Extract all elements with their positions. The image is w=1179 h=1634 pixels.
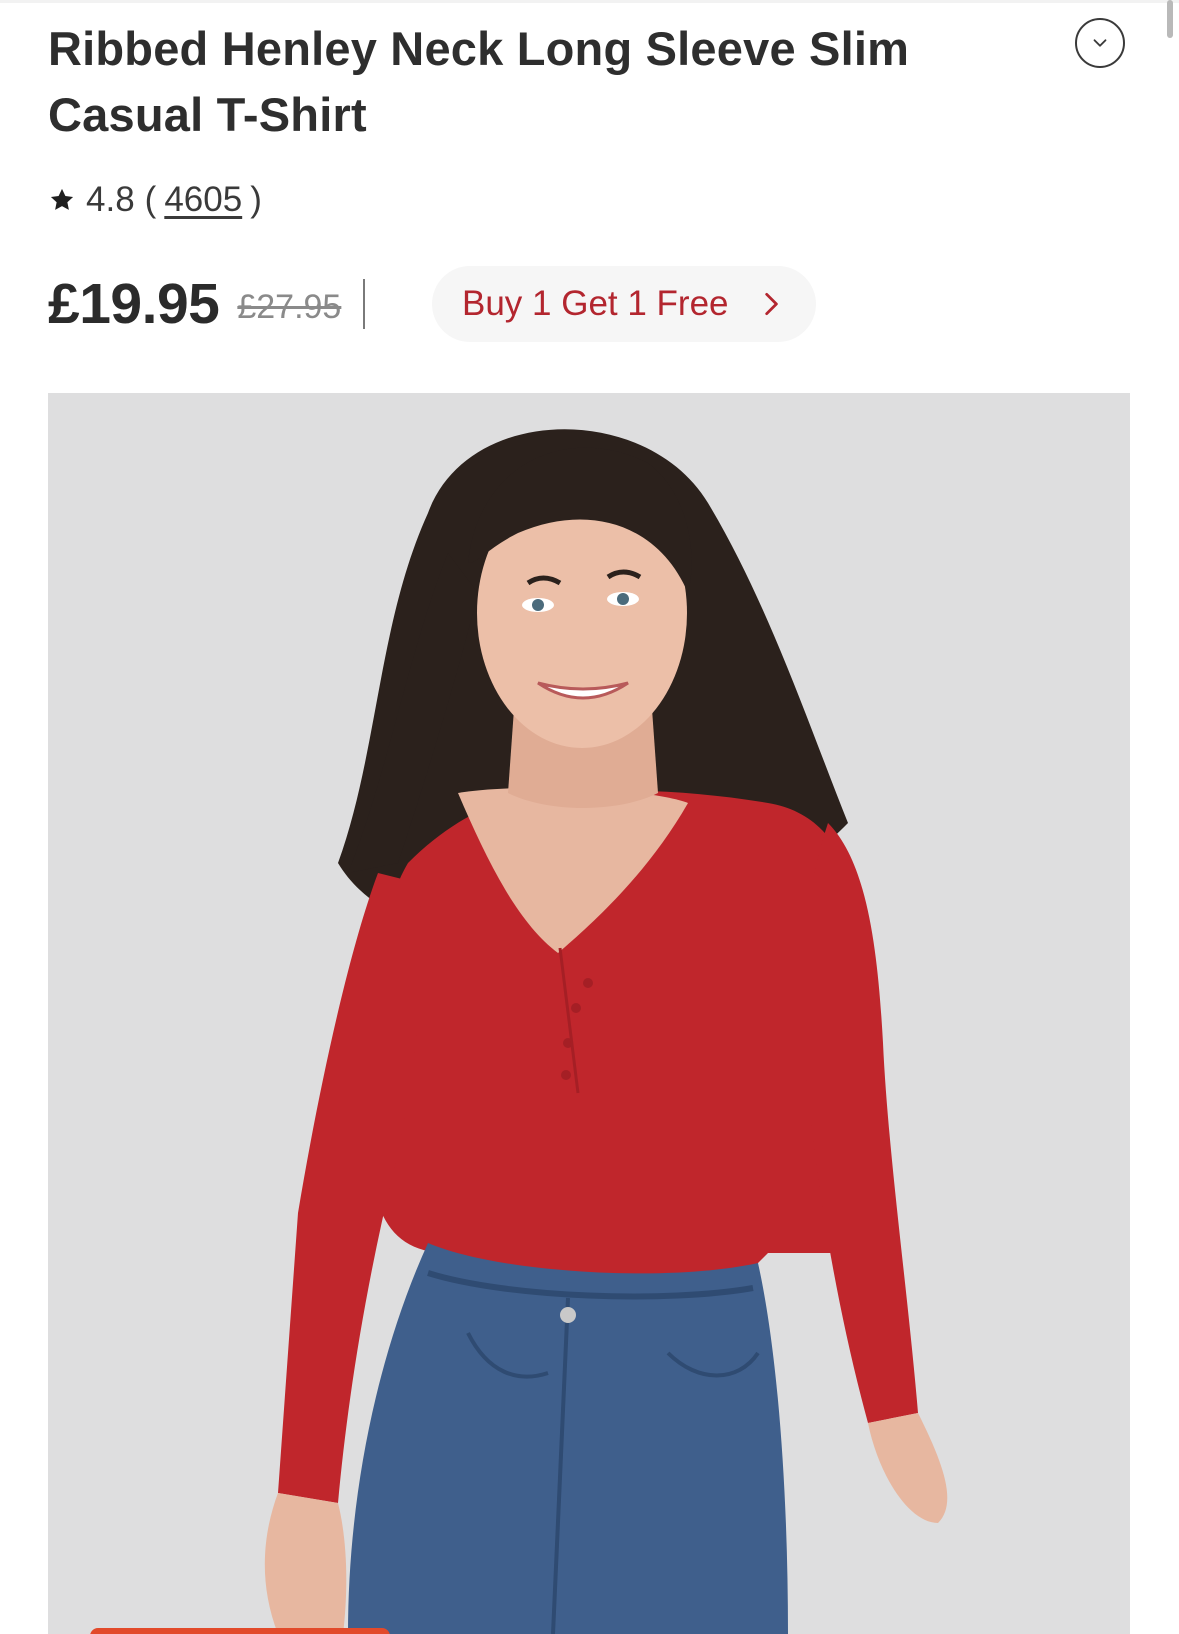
product-title: Ribbed Henley Neck Long Sleeve Slim Casu… <box>48 22 910 141</box>
image-badge <box>90 1628 390 1634</box>
original-price: £27.95 <box>237 287 342 326</box>
product-page: Ribbed Henley Neck Long Sleeve Slim Casu… <box>0 0 1179 1634</box>
rating-open-paren: ( <box>144 180 157 219</box>
review-count-link[interactable]: 4605 <box>164 180 242 220</box>
rating-row: 4.8 ( 4605 ) <box>48 178 262 222</box>
chevron-down-icon <box>1093 39 1107 47</box>
model-photo <box>48 393 1130 1634</box>
promo-button[interactable]: Buy 1 Get 1 Free <box>432 266 816 342</box>
star-icon <box>50 188 74 210</box>
rating-value: 4.8 <box>86 180 135 219</box>
current-price: £19.95 <box>48 272 220 336</box>
top-divider <box>0 0 1179 3</box>
collapse-button[interactable] <box>1075 18 1125 68</box>
price-divider <box>363 279 366 329</box>
scrollbar[interactable] <box>1167 0 1173 38</box>
rating-close-paren: ) <box>250 180 262 219</box>
product-image[interactable] <box>48 393 1130 1634</box>
promo-label: Buy 1 Get 1 Free <box>462 284 729 323</box>
price-row: £19.95 £27.95 <box>48 266 366 342</box>
chevron-right-icon <box>765 292 778 316</box>
